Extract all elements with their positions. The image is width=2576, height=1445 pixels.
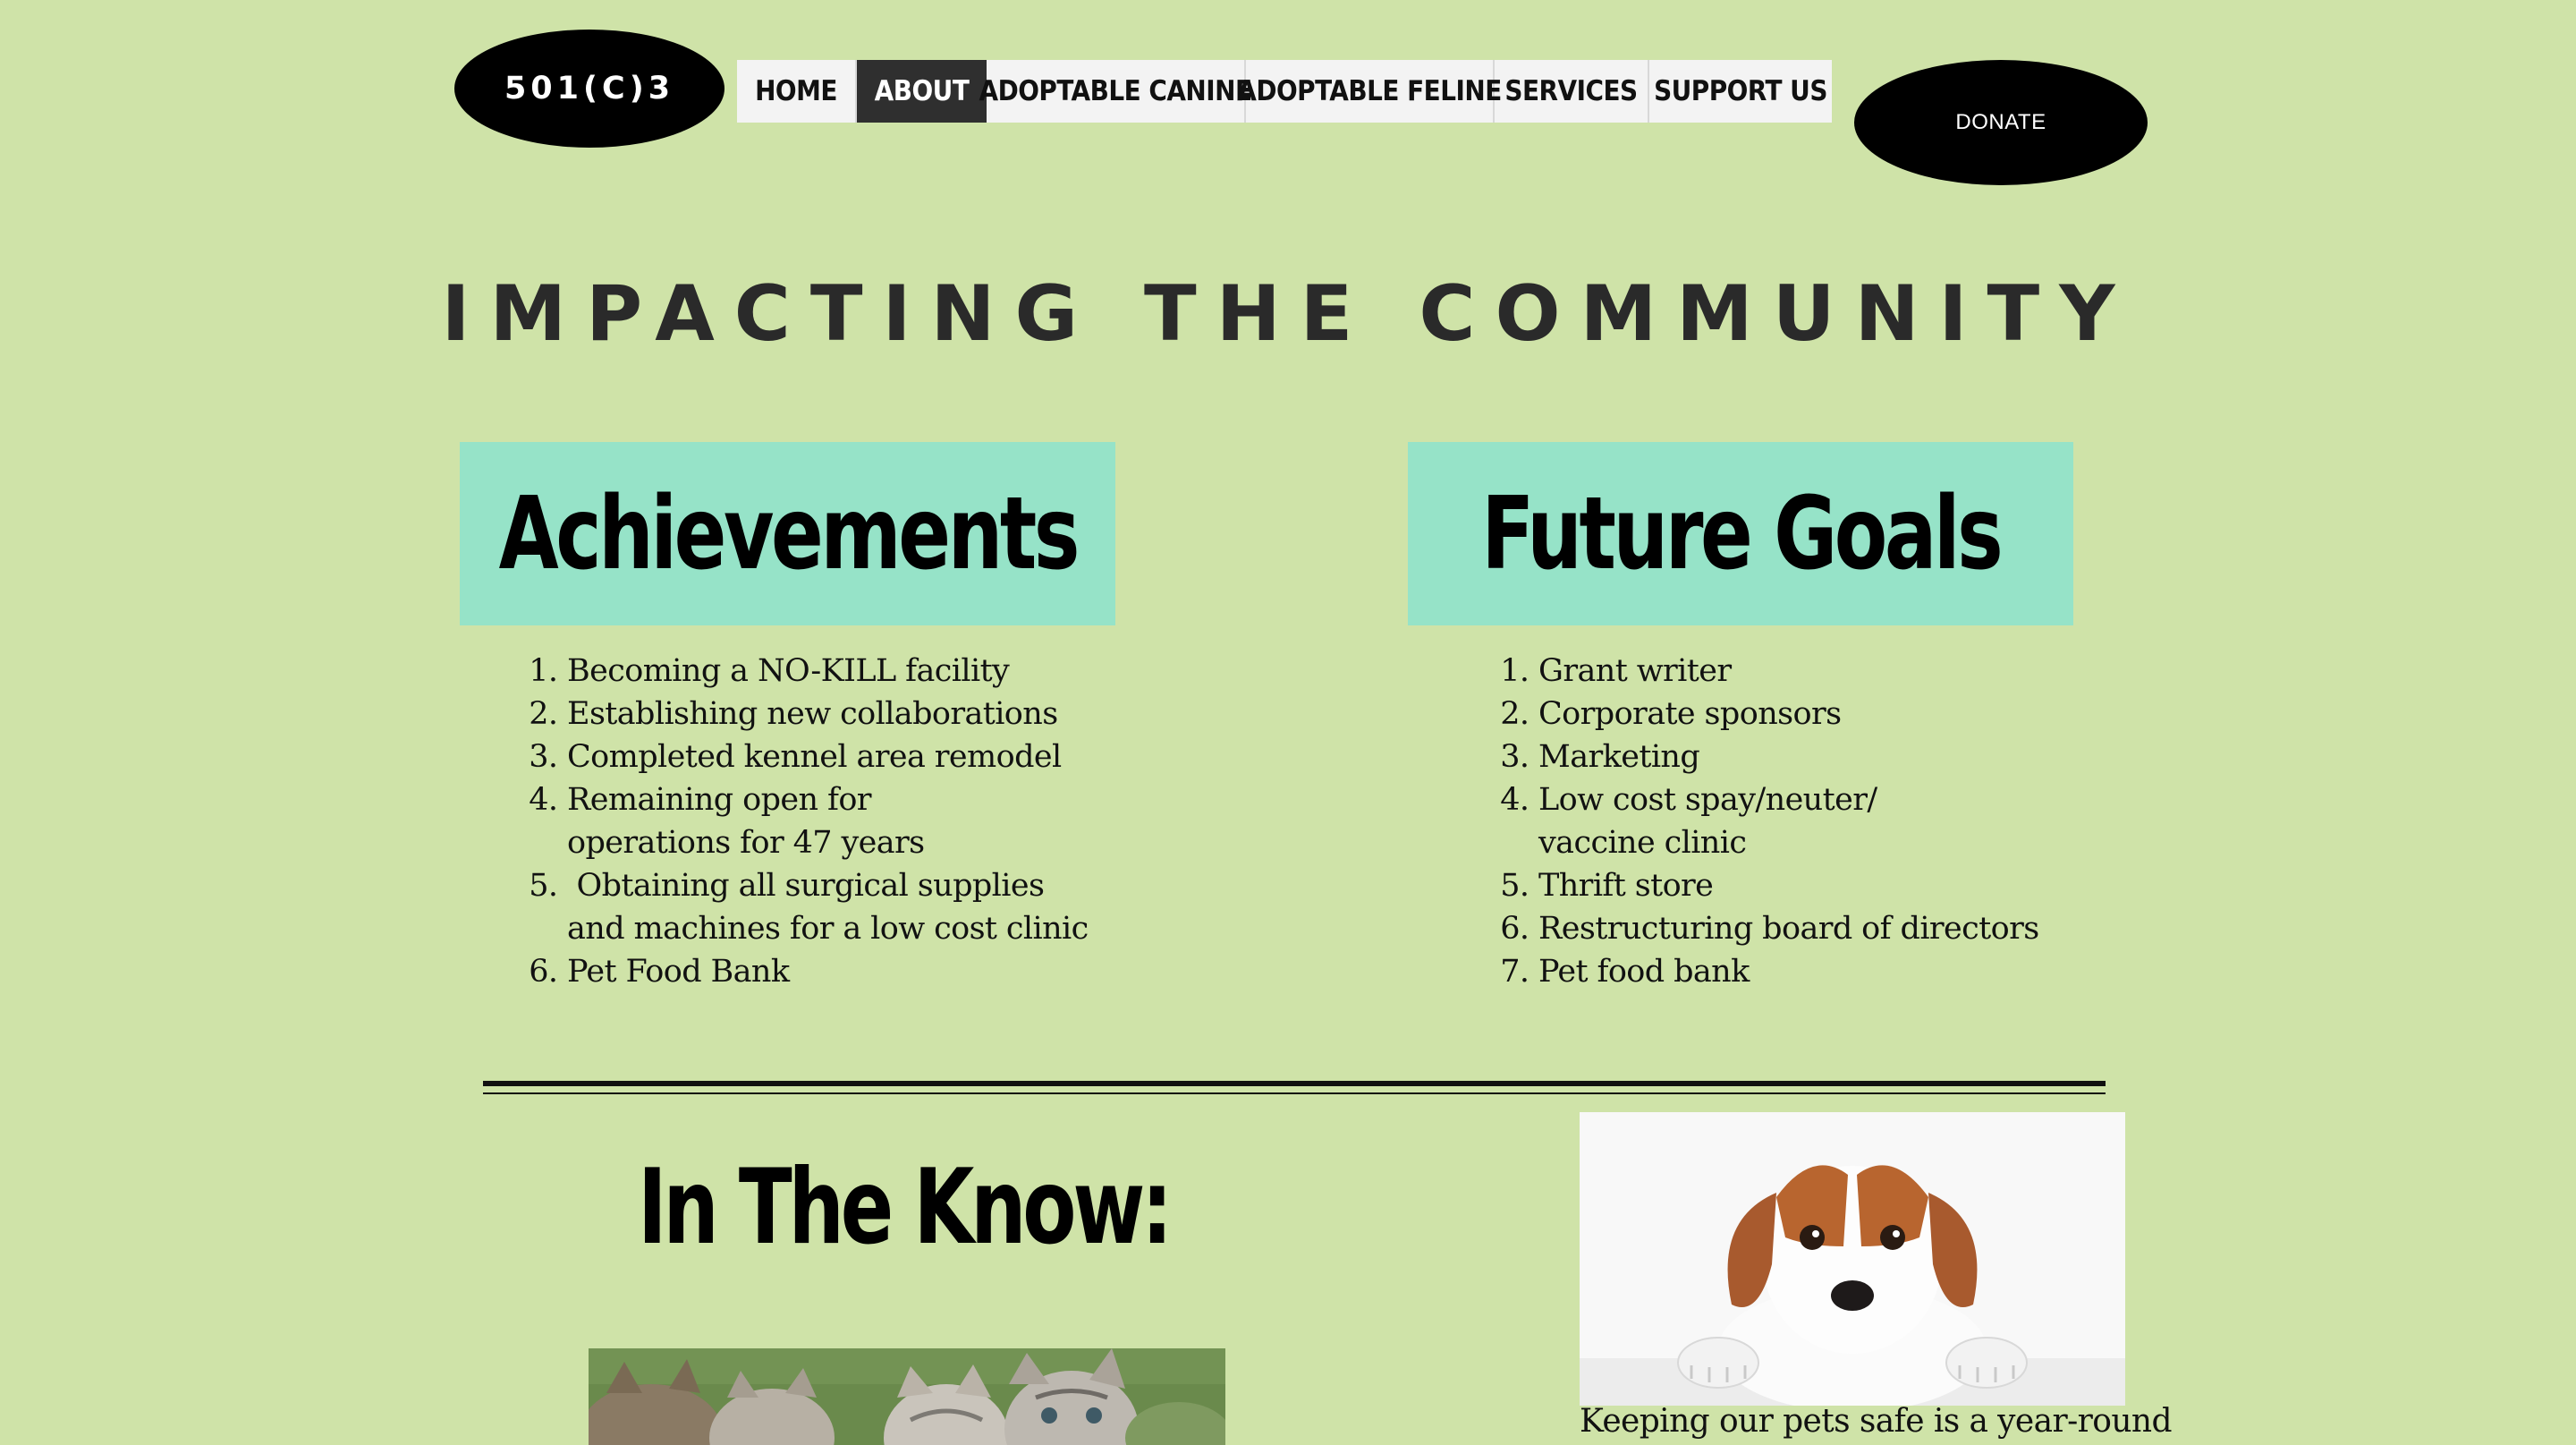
page: 501(C)3 HOME ABOUT ADOPTABLE CANINE ADOP…	[0, 0, 2576, 1445]
in-the-know-heading: In The Know:	[638, 1147, 1173, 1268]
list-item: Establishing new collaborations	[567, 693, 1193, 735]
achievements-box: Achievements	[460, 442, 1115, 625]
nav-item-about[interactable]: ABOUT	[857, 60, 987, 123]
logo[interactable]: 501(C)3	[454, 30, 724, 148]
puppy-photo	[1580, 1112, 2125, 1406]
achievements-heading: Achievements	[498, 475, 1080, 592]
list-item: Corporate sponsors	[1538, 693, 2218, 735]
list-item: Thrift store	[1538, 864, 2218, 907]
nav-item-services[interactable]: SERVICES	[1495, 60, 1649, 123]
future-goals-box: Future Goals	[1408, 442, 2073, 625]
list-item: Restructuring board of directors	[1538, 907, 2218, 950]
list-item: Obtaining all surgical supplies and mach…	[567, 864, 1095, 950]
list-item: Completed kennel area remodel	[567, 735, 1193, 778]
kittens-photo	[589, 1348, 1225, 1445]
list-item: Becoming a NO-KILL facility	[567, 650, 1193, 693]
donate-label: DONATE	[1955, 110, 2046, 134]
nav-item-adoptable-feline[interactable]: ADOPTABLE FELINE	[1237, 60, 1502, 123]
list-item: Remaining open for operations for 47 yea…	[567, 778, 1032, 864]
list-item: Pet Food Bank	[567, 950, 1193, 993]
future-goals-list: Grant writer Corporate sponsors Marketin…	[1431, 650, 2218, 993]
nav-item-support-us[interactable]: SUPPORT US	[1649, 60, 1832, 123]
donate-button[interactable]: DONATE	[1854, 60, 2148, 185]
list-item: Low cost spay/neuter/ vaccine clinic	[1538, 778, 1986, 864]
list-item: Grant writer	[1538, 650, 2218, 693]
puppy-caption: Keeping our pets safe is a year-round	[1580, 1403, 2173, 1440]
list-item: Pet food bank	[1538, 950, 2218, 993]
achievements-list: Becoming a NO-KILL facility Establishing…	[460, 650, 1193, 993]
future-goals-heading: Future Goals	[1480, 475, 2003, 592]
logo-text: 501(C)3	[504, 71, 675, 106]
page-title: IMPACTING THE COMMUNITY	[441, 269, 2135, 359]
nav-item-adoptable-canine[interactable]: ADOPTABLE CANINE	[979, 60, 1252, 123]
section-divider	[483, 1081, 2106, 1097]
nav-item-home[interactable]: HOME	[737, 60, 857, 123]
main-nav: HOME ABOUT ADOPTABLE CANINE ADOPTABLE FE…	[737, 60, 1832, 123]
list-item: Marketing	[1538, 735, 2218, 778]
